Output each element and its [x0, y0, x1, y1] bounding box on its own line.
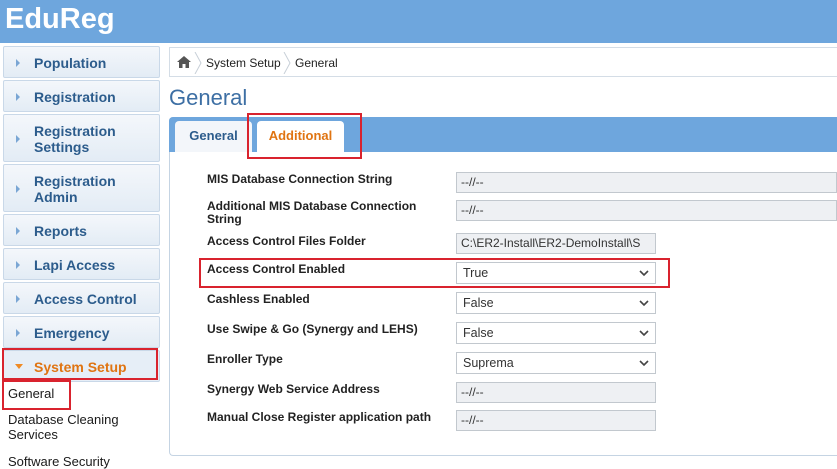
breadcrumb-item-general: General	[295, 56, 338, 70]
field-label-use-swipe-and-go: Use Swipe & Go (Synergy and LEHS)	[207, 322, 418, 336]
home-icon[interactable]	[177, 56, 191, 68]
sidebar-item-emergency[interactable]: Emergency	[3, 316, 160, 348]
caret-right-icon	[16, 329, 20, 337]
caret-right-icon	[16, 185, 20, 193]
field-label-additional-mis-db-connection: Additional MIS Database Connection Strin…	[207, 199, 417, 226]
sidebar-item-label: Registration	[34, 89, 116, 105]
app-title: EduReg	[5, 3, 115, 35]
caret-right-icon	[16, 93, 20, 101]
page-title: General	[169, 85, 248, 110]
sidebar-item-label: Population	[34, 55, 107, 71]
highlight-box-additional-tab	[247, 113, 362, 159]
sidebar-item-registration-settings[interactable]: Registration Settings	[3, 114, 160, 162]
breadcrumb: System Setup General	[169, 47, 837, 77]
tab-general[interactable]: General	[175, 121, 252, 152]
manual-close-register-path-input[interactable]: --//--	[456, 410, 656, 431]
field-label-synergy-web-service-address: Synergy Web Service Address	[207, 382, 380, 396]
highlight-box-access-control-enabled	[199, 258, 670, 288]
chevron-down-icon	[639, 330, 649, 337]
sidebar-item-registration[interactable]: Registration	[3, 80, 160, 112]
chevron-down-icon	[639, 300, 649, 307]
sidebar-item-label: Access Control	[34, 291, 137, 307]
enroller-type-select[interactable]: Suprema	[456, 352, 656, 374]
highlight-box-general-subitem	[2, 380, 71, 410]
sidebar-item-reports[interactable]: Reports	[3, 214, 160, 246]
chevron-down-icon	[639, 360, 649, 367]
field-label-manual-close-register-path: Manual Close Register application path	[207, 410, 432, 424]
field-label-access-control-files-folder: Access Control Files Folder	[207, 234, 366, 248]
mis-db-connection-input[interactable]: --//--	[456, 172, 837, 193]
sidebar-item-label: Registration Settings	[34, 123, 116, 155]
use-swipe-and-go-value: False	[463, 326, 494, 340]
sidebar-item-access-control[interactable]: Access Control	[3, 282, 160, 314]
field-label-cashless-enabled: Cashless Enabled	[207, 292, 310, 306]
cashless-enabled-value: False	[463, 296, 494, 310]
caret-right-icon	[16, 135, 20, 143]
breadcrumb-item-system-setup[interactable]: System Setup	[206, 56, 281, 70]
highlight-box-system-setup	[2, 348, 158, 380]
enroller-type-value: Suprema	[463, 356, 514, 370]
sidebar-item-label: Lapi Access	[34, 257, 116, 273]
sidebar-item-label: Emergency	[34, 325, 110, 341]
sidebar-item-population[interactable]: Population	[3, 46, 160, 78]
field-label-mis-db-connection: MIS Database Connection String	[207, 172, 393, 186]
field-label-enroller-type: Enroller Type	[207, 352, 283, 366]
access-control-files-folder-input[interactable]: C:\ER2-Install\ER2-DemoInstall\S	[456, 233, 656, 254]
additional-mis-db-connection-input[interactable]: --//--	[456, 200, 837, 221]
sidebar-item-lapi-access[interactable]: Lapi Access	[3, 248, 160, 280]
caret-right-icon	[16, 227, 20, 235]
sidebar-subitem-software-security[interactable]: Software Security	[8, 454, 110, 469]
sidebar-item-registration-admin[interactable]: Registration Admin	[3, 164, 160, 212]
cashless-enabled-select[interactable]: False	[456, 292, 656, 314]
use-swipe-and-go-select[interactable]: False	[456, 322, 656, 344]
sidebar-item-label: Reports	[34, 223, 87, 239]
sidebar-item-label: Registration Admin	[34, 173, 116, 205]
breadcrumb-separator-icon	[194, 52, 202, 74]
app-header: EduReg	[0, 0, 837, 43]
caret-right-icon	[16, 261, 20, 269]
caret-right-icon	[16, 295, 20, 303]
breadcrumb-separator-icon	[283, 52, 291, 74]
caret-right-icon	[16, 59, 20, 67]
synergy-web-service-address-input[interactable]: --//--	[456, 382, 656, 403]
sidebar-subitem-database-cleaning-services[interactable]: Database Cleaning Services	[8, 412, 148, 442]
